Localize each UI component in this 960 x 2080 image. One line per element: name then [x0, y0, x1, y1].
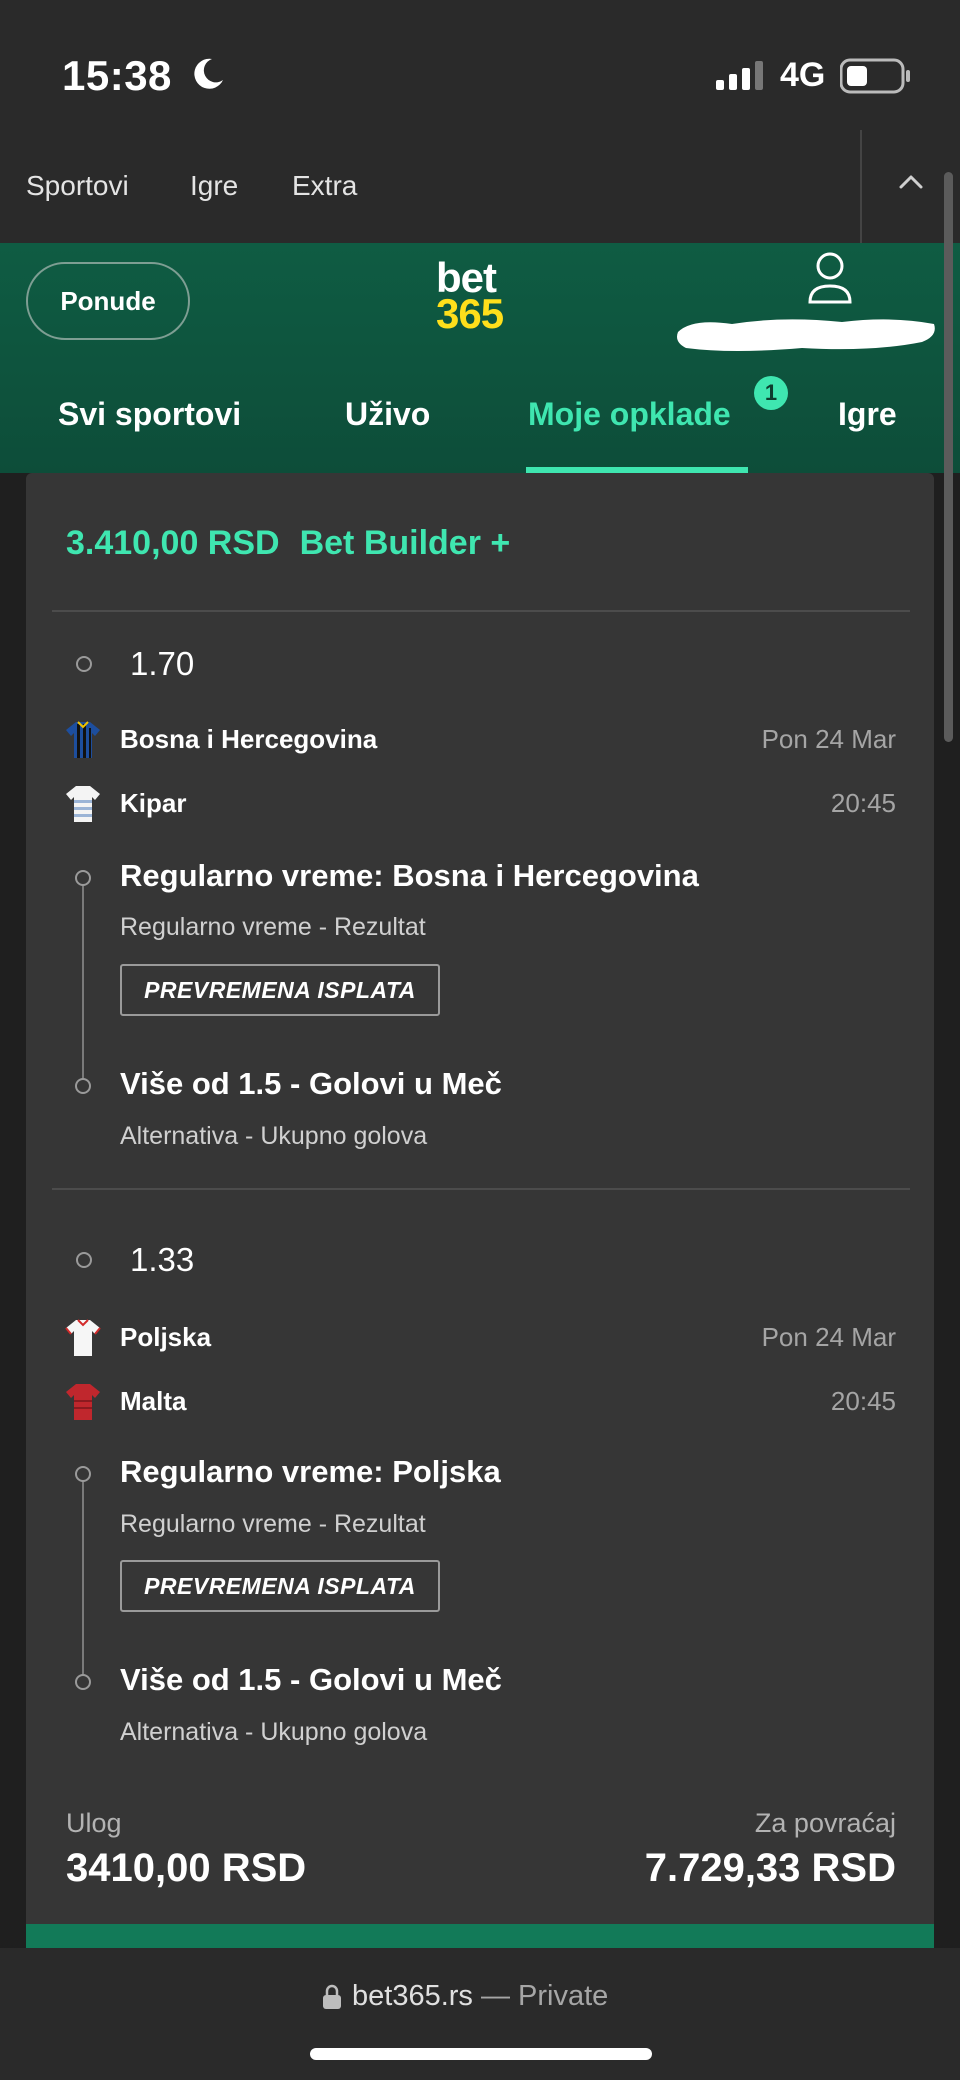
selection-market: Regularno vreme - Rezultat: [120, 913, 426, 941]
offers-button[interactable]: Ponude: [26, 262, 190, 340]
bosnia-kit-icon: [66, 721, 100, 758]
browser-address-bar[interactable]: [0, 1948, 960, 2080]
tab-games[interactable]: Igre: [838, 396, 897, 433]
selection-title: Regularno vreme: Poljska: [120, 1454, 501, 1489]
early-payout-tag: PREVREMENA ISPLATA: [120, 964, 440, 1016]
signal-icon: [716, 61, 763, 90]
poland-kit-icon: [65, 1319, 101, 1356]
menu-item-sportovi[interactable]: Sportovi: [26, 170, 129, 202]
away-team-name: Malta: [120, 1386, 187, 1416]
status-time: 15:38: [62, 52, 172, 99]
cyprus-kit-icon: [66, 786, 100, 822]
my-bets-count-badge: 1: [754, 376, 788, 410]
leg-odds: 1.70: [130, 645, 195, 682]
tab-my-bets[interactable]: Moje opklade: [528, 396, 731, 433]
home-team-name: Poljska: [120, 1322, 212, 1352]
early-payout-tag: PREVREMENA ISPLATA: [120, 1560, 440, 1612]
return-value: 7.729,33 RSD: [644, 1846, 896, 1890]
browser-top-menu: Sportovi Igre Extra: [0, 130, 960, 243]
bet365-logo[interactable]: bet 365: [436, 257, 526, 337]
battery-icon: [840, 58, 910, 94]
match-date: Pon 24 Mar: [761, 724, 896, 754]
menu-item-igre[interactable]: Igre: [190, 170, 238, 202]
selection-title: Više od 1.5 - Golovi u Meč: [120, 1662, 502, 1697]
url-domain: bet365.rs: [352, 1980, 473, 2012]
scrollbar[interactable]: [944, 172, 953, 742]
selection-title: Regularno vreme: Bosna i Hercegovina: [120, 858, 699, 893]
selection-timeline: [82, 878, 84, 1086]
network-label: 4G: [780, 56, 826, 94]
divider: [52, 610, 910, 612]
user-icon[interactable]: [806, 250, 854, 306]
redacted-username-scribble: [677, 319, 935, 351]
cash-out-bar[interactable]: [26, 1924, 934, 1948]
match-date: Pon 24 Mar: [761, 1322, 896, 1352]
selection-node: [75, 1078, 91, 1094]
away-team-name: Kipar: [120, 788, 187, 818]
return-label: Za povraćaj: [754, 1808, 896, 1838]
chevron-up-icon[interactable]: [898, 172, 924, 192]
bet-heading: 3.410,00 RSD Bet Builder +: [66, 524, 510, 563]
url-text[interactable]: bet365.rs — Private: [352, 1980, 608, 2013]
moon-icon: [194, 58, 223, 89]
malta-kit-icon: [66, 1384, 100, 1420]
stake-value: 3410,00 RSD: [66, 1846, 307, 1890]
bet-stake-amount: 3.410,00 RSD: [66, 524, 280, 562]
selection-timeline: [82, 1474, 84, 1682]
stake-label: Ulog: [66, 1808, 122, 1838]
home-indicator[interactable]: [310, 2048, 652, 2060]
menu-item-extra[interactable]: Extra: [292, 170, 357, 202]
lock-icon: [323, 1984, 341, 2009]
selection-title: Više od 1.5 - Golovi u Meč: [120, 1066, 502, 1101]
private-mode-label: — Private: [472, 1980, 609, 2012]
bet-type: Bet Builder +: [299, 524, 511, 562]
logo-365-text: 365: [436, 290, 504, 337]
leg-odds: 1.33: [130, 1241, 195, 1278]
tab-live[interactable]: Uživo: [345, 396, 430, 433]
status-bar: 15:38 4G: [0, 0, 960, 130]
selection-node: [75, 1466, 91, 1482]
selection-market: Alternativa - Ukupno golova: [120, 1718, 428, 1746]
leg-status-icon: [76, 656, 92, 672]
home-team-name: Bosna i Hercegovina: [120, 724, 378, 754]
selection-node: [75, 870, 91, 886]
match-time: 20:45: [830, 1386, 896, 1416]
match-time: 20:45: [830, 788, 896, 818]
leg-status-icon: [76, 1252, 92, 1268]
selection-market: Alternativa - Ukupno golova: [120, 1122, 428, 1150]
selection-market: Regularno vreme - Rezultat: [120, 1510, 426, 1538]
selection-node: [75, 1674, 91, 1690]
menu-divider: [860, 130, 862, 243]
divider: [52, 1188, 910, 1190]
tab-all-sports[interactable]: Svi sportovi: [58, 396, 241, 433]
